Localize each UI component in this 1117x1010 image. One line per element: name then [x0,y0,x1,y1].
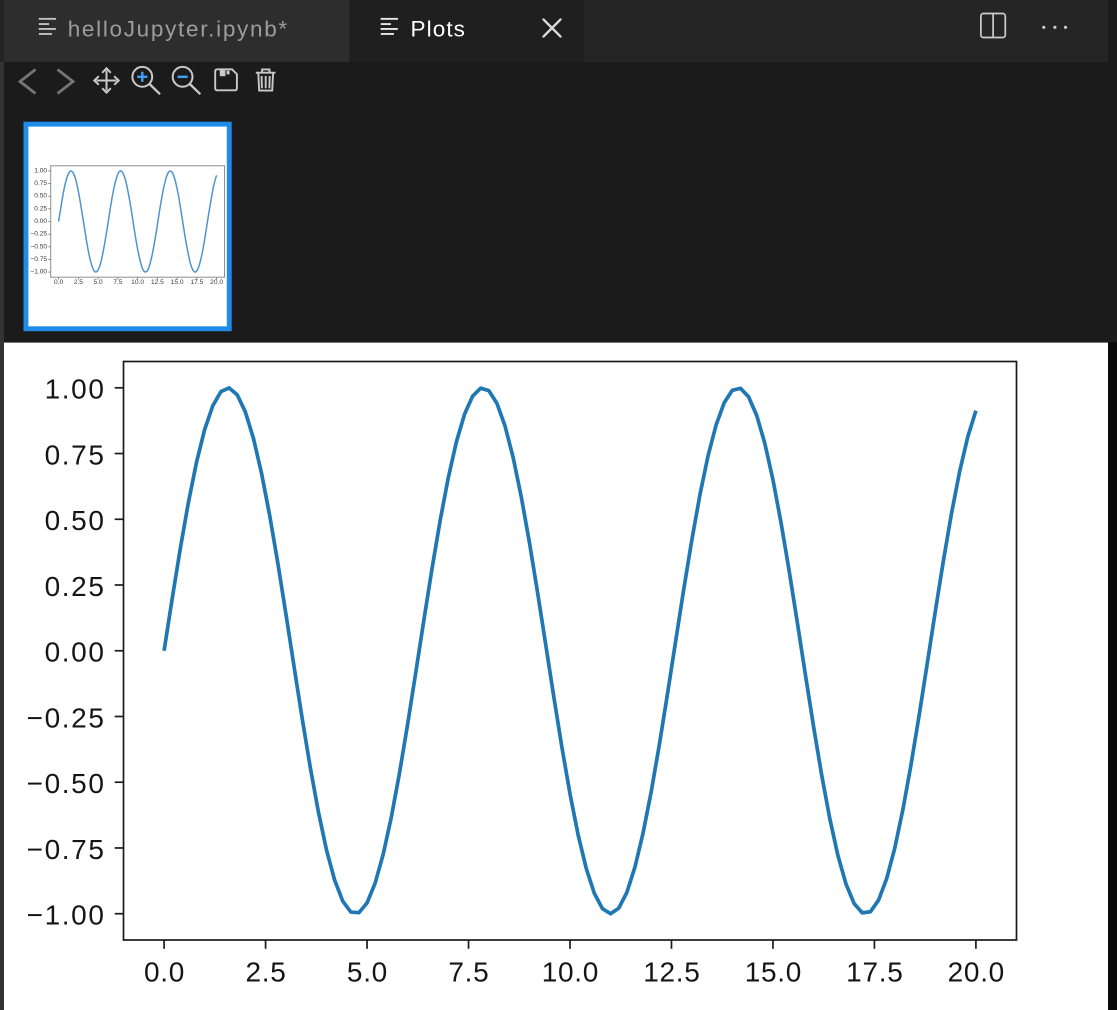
svg-text:1.00: 1.00 [34,167,47,174]
svg-text:−0.50: −0.50 [30,243,47,250]
svg-text:0.75: 0.75 [34,180,47,187]
svg-text:−1.00: −1.00 [27,900,106,931]
svg-text:−0.75: −0.75 [30,256,47,263]
svg-text:2.5: 2.5 [74,279,83,286]
svg-text:5.0: 5.0 [94,279,103,286]
svg-text:−0.50: −0.50 [27,768,106,799]
svg-text:0.50: 0.50 [45,505,106,536]
svg-text:7.5: 7.5 [113,279,122,286]
svg-text:1.00: 1.00 [45,374,106,405]
svg-text:0.0: 0.0 [144,956,185,987]
svg-text:0.00: 0.00 [34,218,47,225]
svg-text:0.25: 0.25 [45,571,106,602]
svg-text:−0.25: −0.25 [30,231,47,238]
svg-text:0.50: 0.50 [34,193,47,200]
svg-text:5.0: 5.0 [347,956,388,987]
svg-text:7.5: 7.5 [448,956,489,987]
svg-text:−0.25: −0.25 [27,702,106,733]
svg-text:−1.00: −1.00 [30,269,47,276]
svg-text:20.0: 20.0 [210,279,223,286]
svg-text:15.0: 15.0 [745,956,802,987]
svg-text:2.5: 2.5 [245,956,286,987]
svg-text:−0.75: −0.75 [27,834,106,865]
svg-text:20.0: 20.0 [948,956,1005,987]
svg-text:0.0: 0.0 [54,279,63,286]
svg-text:15.0: 15.0 [171,279,184,286]
svg-text:0.25: 0.25 [34,205,47,212]
svg-text:helloJupyter.ipynb*: helloJupyter.ipynb* [68,17,289,42]
svg-text:10.0: 10.0 [542,956,599,987]
svg-text:12.5: 12.5 [151,279,164,286]
svg-text:17.5: 17.5 [846,956,903,987]
svg-text:0.75: 0.75 [45,439,106,470]
svg-text:12.5: 12.5 [643,956,700,987]
svg-text:0.00: 0.00 [45,637,106,668]
svg-text:17.5: 17.5 [190,279,203,286]
svg-text:Plots: Plots [411,17,467,42]
svg-text:10.0: 10.0 [131,279,144,286]
